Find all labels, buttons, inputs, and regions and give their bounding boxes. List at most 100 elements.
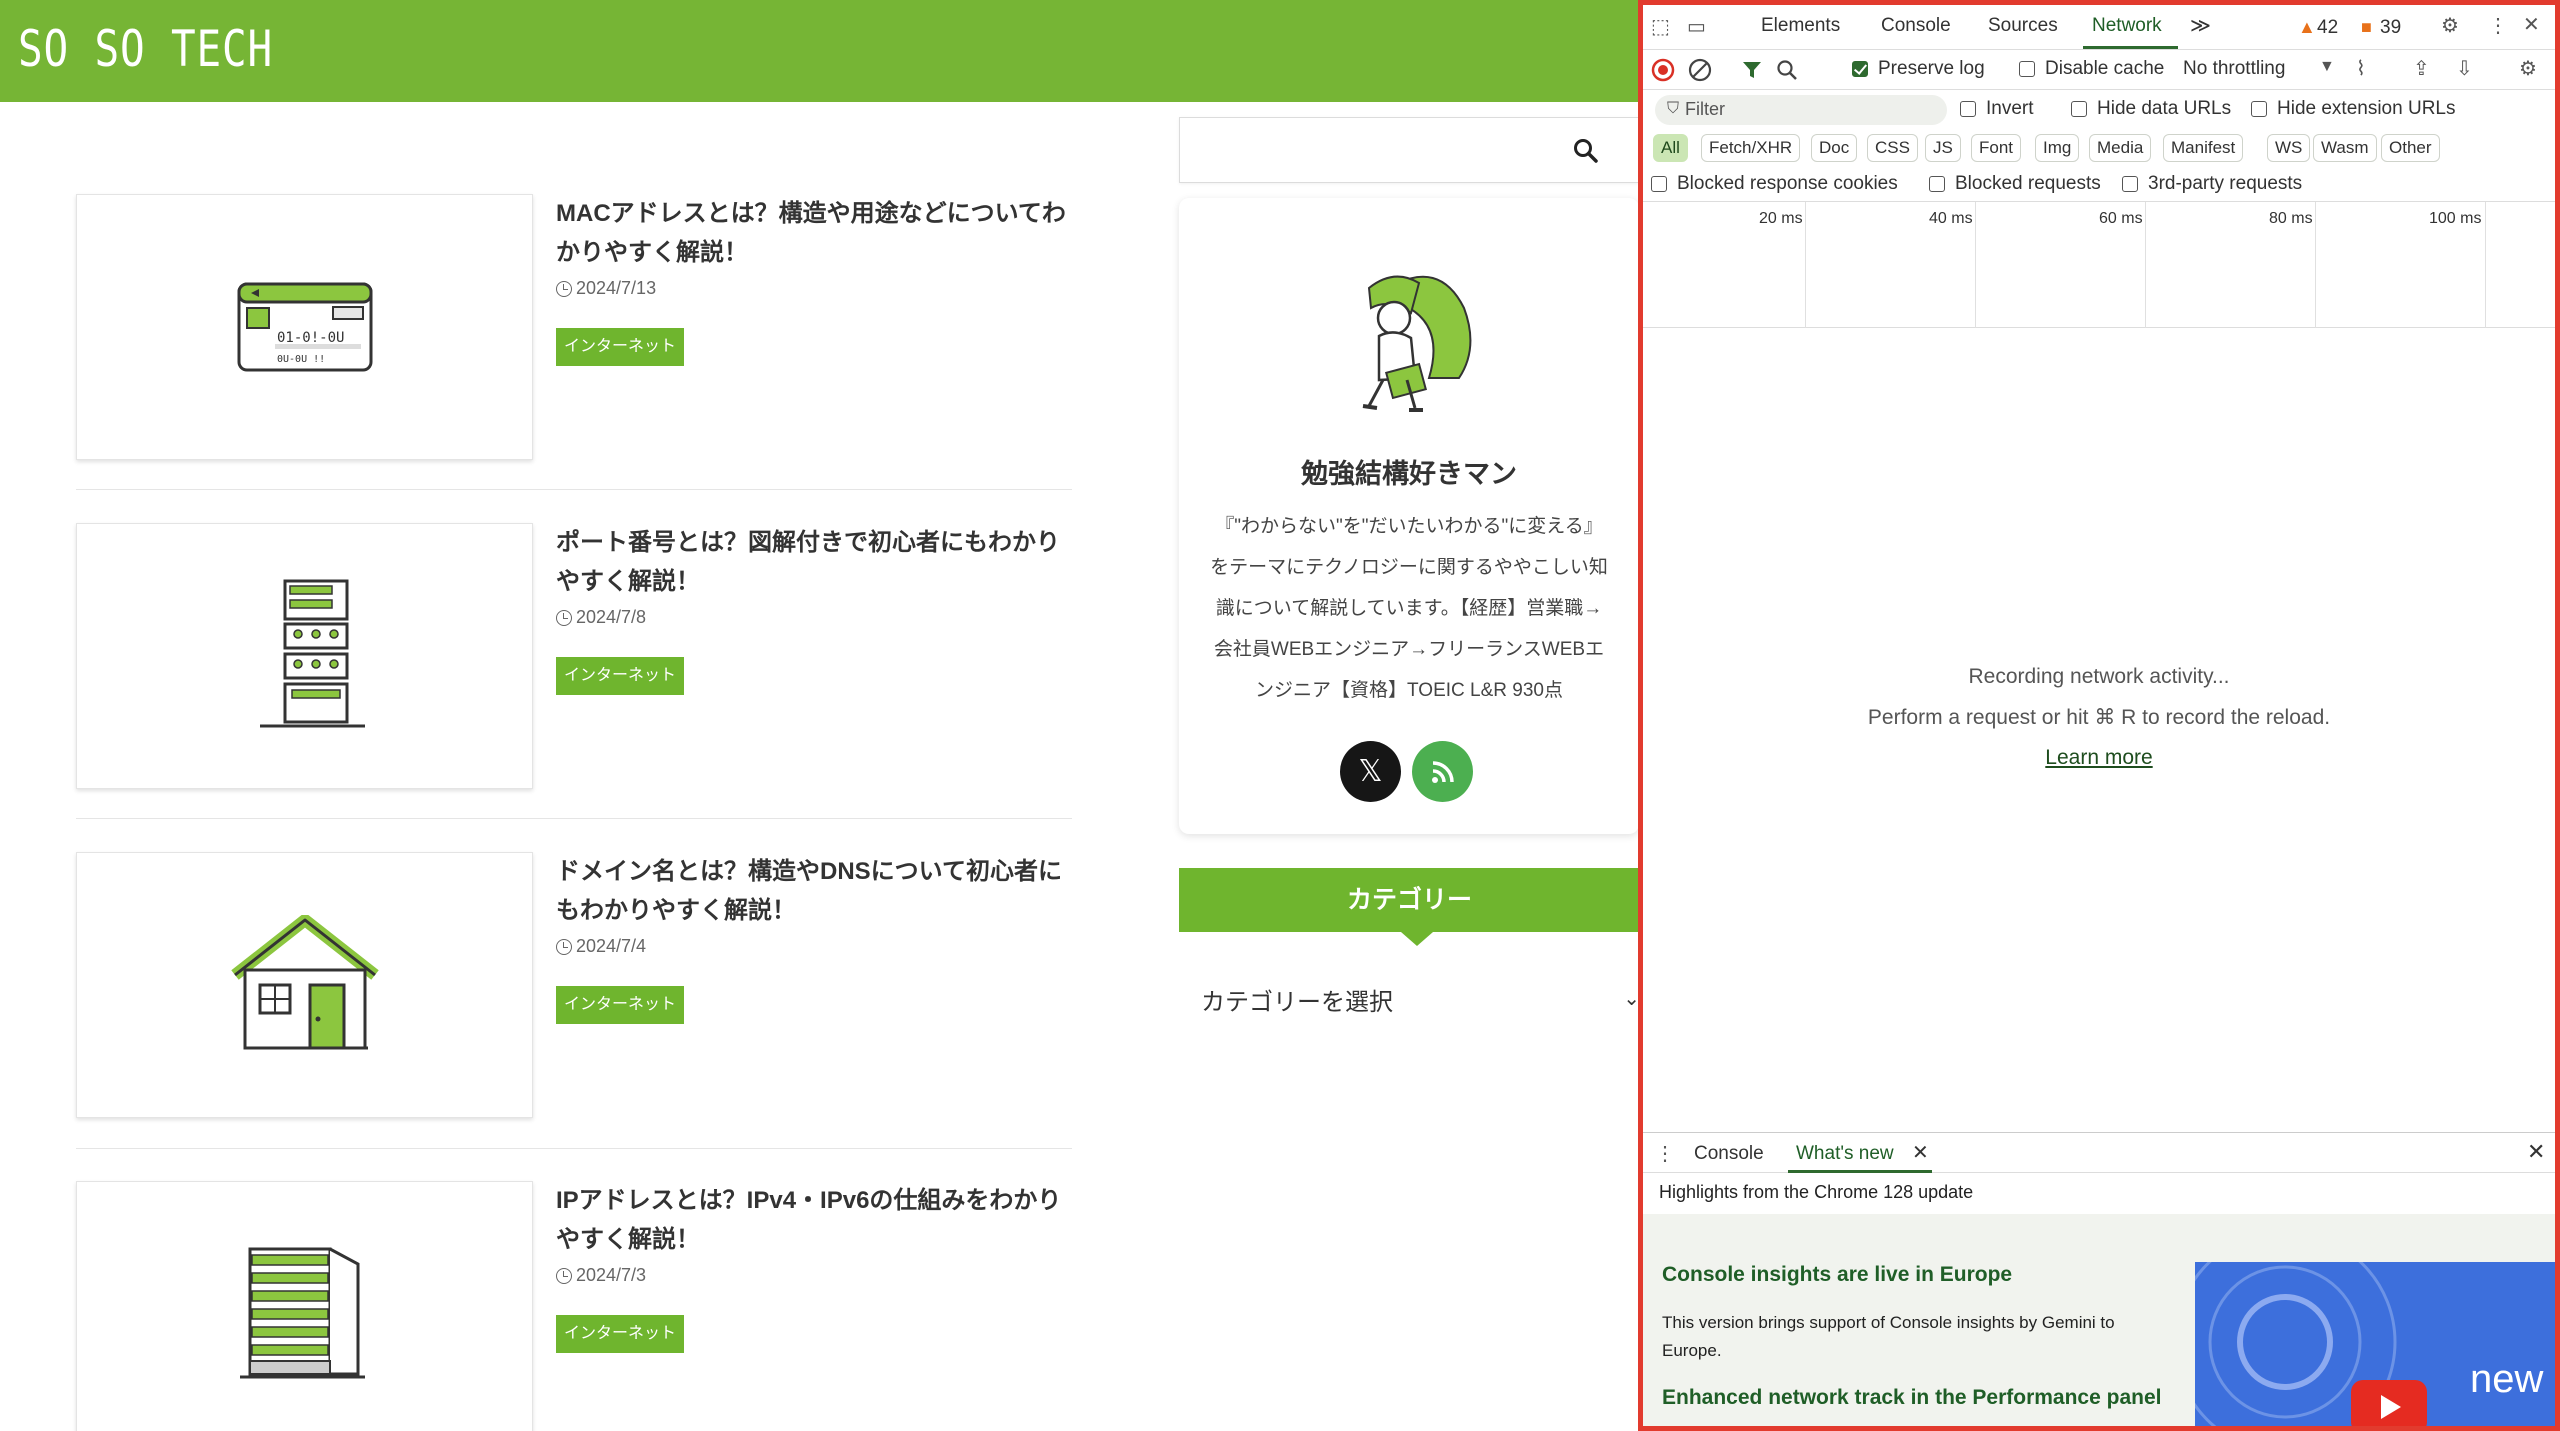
type-filter-img[interactable]: Img: [2035, 134, 2080, 162]
invert-label: Invert: [1986, 98, 2034, 119]
empty-state: Recording network activity... Perform a …: [1643, 665, 2555, 770]
close-icon[interactable]: ✕: [2523, 12, 2540, 37]
kebab-menu-icon[interactable]: ⋮: [2488, 13, 2508, 38]
gear-icon[interactable]: ⚙: [2441, 13, 2459, 38]
drawer-tab-console[interactable]: Console: [1694, 1143, 1764, 1165]
whats-new-content: Highlights from the Chrome 128 update Co…: [1643, 1174, 2555, 1426]
filter-icon[interactable]: [1741, 59, 1763, 81]
post-thumbnail[interactable]: [76, 523, 533, 789]
type-filter-media[interactable]: Media: [2089, 134, 2152, 162]
network-settings-icon[interactable]: ⚙: [2519, 56, 2537, 81]
server-rack-icon: [259, 579, 365, 728]
rss-button[interactable]: [1412, 741, 1473, 802]
blocked-cookies-checkbox[interactable]: [1651, 176, 1667, 192]
clear-icon[interactable]: [1688, 58, 1712, 82]
blocked-requests-label: Blocked requests: [1955, 173, 2101, 194]
profile-bio: 『"わからない"を"だいたいわかる"に変える』をテーマにテクノロジーに関するやや…: [1210, 516, 1608, 701]
warning-count[interactable]: 42: [2317, 17, 2338, 39]
category-select-label: カテゴリーを選択: [1201, 989, 1393, 1016]
timeline-gridline: [2315, 202, 2316, 328]
extra-filters: Blocked response cookies Blocked request…: [1643, 166, 2555, 202]
profile-card: 勉強結構好きマン 『"わからない"を"だいたいわかる"に変える』をテーマにテクノ…: [1179, 198, 1639, 834]
drawer-menu-icon[interactable]: ⋮: [1655, 1141, 1675, 1166]
type-filter-font[interactable]: Font: [1971, 134, 2022, 162]
post-thumbnail[interactable]: 01-0!-0U 0U-0U !!: [76, 194, 533, 460]
invert-checkbox[interactable]: [1960, 101, 1976, 117]
category-tag[interactable]: インターネット: [556, 1315, 685, 1353]
type-filter-wasm[interactable]: Wasm: [2313, 134, 2377, 162]
type-filter-ws[interactable]: WS: [2267, 134, 2311, 162]
network-toolbar: Preserve log Disable cache No throttling…: [1643, 50, 2555, 90]
type-filter-fetch-xhr[interactable]: Fetch/XHR: [1701, 134, 1801, 162]
network-conditions-icon[interactable]: ⌇: [2356, 56, 2366, 81]
hide-extension-urls-checkbox[interactable]: [2251, 101, 2267, 117]
news-item-body: This version brings support of Console i…: [1662, 1313, 2115, 1360]
close-drawer-icon[interactable]: ✕: [2527, 1139, 2545, 1165]
clock-icon: [556, 280, 572, 297]
video-thumbnail-text: new: [2470, 1357, 2544, 1401]
active-tab-indicator: [1788, 1170, 1932, 1173]
type-filter-other[interactable]: Other: [2381, 134, 2440, 162]
post-title[interactable]: MACアドレスとは？構造や用途などについてわかりやすく解説！: [556, 194, 1076, 272]
category-heading: カテゴリー: [1179, 868, 1640, 946]
export-har-icon[interactable]: ⇩: [2456, 56, 2473, 81]
record-icon[interactable]: [1651, 58, 1675, 82]
preserve-log-checkbox[interactable]: [1852, 61, 1868, 77]
filter-bar: ⛉ Filter Invert Hide data URLs Hide exte…: [1643, 90, 2555, 130]
device-toolbar-icon[interactable]: ▭: [1687, 14, 1706, 39]
video-thumbnail[interactable]: new: [2195, 1262, 2555, 1426]
type-filter-doc[interactable]: Doc: [1811, 134, 1858, 162]
inspect-element-icon[interactable]: ⬚: [1651, 14, 1670, 39]
news-item-title[interactable]: Console insights are live in Europe: [1662, 1263, 2012, 1287]
search-icon[interactable]: [1573, 138, 1599, 164]
import-har-icon[interactable]: ⇪: [2413, 56, 2430, 81]
devtools-tabbar: ⬚ ▭ Elements Console Sources Network ≫ ▲…: [1643, 5, 2555, 50]
divider: [76, 489, 1072, 490]
category-tag[interactable]: インターネット: [556, 328, 685, 366]
news-item-title[interactable]: Enhanced network track in the Performanc…: [1662, 1385, 2182, 1411]
tab-network[interactable]: Network: [2092, 15, 2162, 37]
play-button-icon[interactable]: [2351, 1380, 2427, 1426]
hide-data-urls-label: Hide data URLs: [2097, 98, 2232, 119]
post-date: 2024/7/13: [556, 278, 656, 299]
disable-cache-checkbox[interactable]: [2019, 61, 2035, 77]
type-filter-css[interactable]: CSS: [1867, 134, 1918, 162]
site-logo[interactable]: SO SO TECH: [18, 20, 273, 78]
post-title[interactable]: ポート番号とは？図解付きで初心者にもわかりやすく解説！: [556, 523, 1076, 601]
timeline-gridline: [2485, 202, 2486, 328]
close-tab-icon[interactable]: ✕: [1912, 1140, 1929, 1165]
x-social-button[interactable]: 𝕏: [1340, 741, 1401, 802]
chevron-down-icon[interactable]: ▼: [2319, 58, 2335, 76]
type-filter-manifest[interactable]: Manifest: [2163, 134, 2244, 162]
more-tabs-icon[interactable]: ≫: [2190, 13, 2211, 38]
drawer-tab-whats-new[interactable]: What's new: [1796, 1143, 1894, 1165]
timeline-tick: 100 ms: [2429, 210, 2482, 227]
category-tag[interactable]: インターネット: [556, 657, 685, 695]
profile-name: 勉強結構好きマン: [1301, 459, 1517, 489]
category-select[interactable]: カテゴリーを選択 ⌄: [1179, 968, 1640, 1028]
post-title[interactable]: IPアドレスとは？IPv4・IPv6の仕組みをわかりやすく解説！: [556, 1181, 1076, 1259]
throttling-select[interactable]: No throttling: [2183, 58, 2285, 80]
post-thumbnail[interactable]: [76, 1181, 533, 1431]
learn-more-link[interactable]: Learn more: [2045, 746, 2152, 770]
search-icon[interactable]: [1776, 59, 1798, 81]
issues-count[interactable]: 39: [2380, 17, 2401, 39]
type-filter-all[interactable]: All: [1653, 134, 1688, 162]
search-input[interactable]: [1179, 117, 1639, 183]
post-title[interactable]: ドメイン名とは？構造やDNSについて初心者にもわかりやすく解説！: [556, 852, 1076, 930]
tab-elements[interactable]: Elements: [1761, 15, 1840, 37]
timeline-tick: 80 ms: [2269, 210, 2313, 227]
post-date-text: 2024/7/4: [576, 936, 647, 956]
type-filter-js[interactable]: JS: [1925, 134, 1961, 162]
tab-console[interactable]: Console: [1881, 15, 1951, 37]
divider: [76, 818, 1072, 819]
third-party-checkbox[interactable]: [2122, 176, 2138, 192]
hide-data-urls-checkbox[interactable]: [2071, 101, 2087, 117]
post-date: 2024/7/3: [556, 1265, 646, 1286]
tab-sources[interactable]: Sources: [1988, 15, 2058, 37]
category-tag[interactable]: インターネット: [556, 986, 685, 1024]
network-overview-timeline[interactable]: 20 ms 40 ms 60 ms 80 ms 100 ms: [1643, 202, 2555, 328]
post-thumbnail[interactable]: [76, 852, 533, 1118]
blocked-requests-checkbox[interactable]: [1929, 176, 1945, 192]
svg-text:0U-0U !!: 0U-0U !!: [277, 354, 325, 365]
